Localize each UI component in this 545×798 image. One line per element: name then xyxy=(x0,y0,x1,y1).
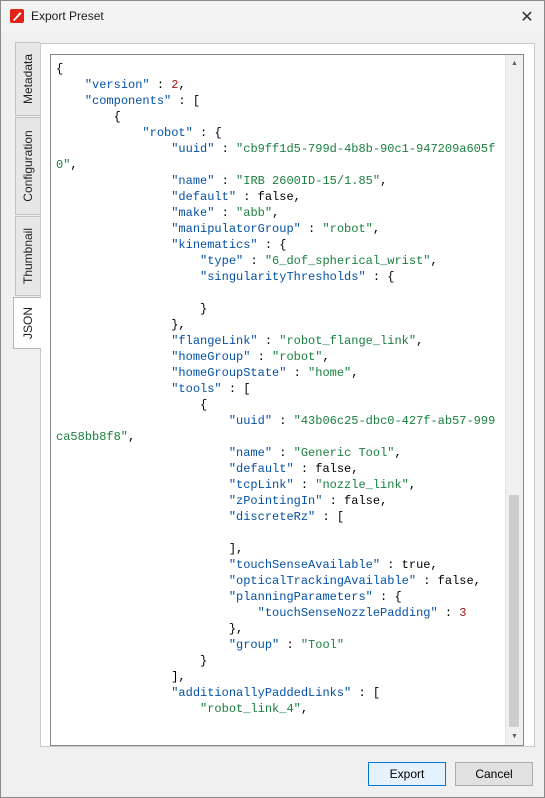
window-title: Export Preset xyxy=(31,9,104,23)
cancel-button[interactable]: Cancel xyxy=(455,762,533,786)
json-line: "components" : [ xyxy=(84,94,201,108)
json-line: "make" : "abb", xyxy=(171,206,280,220)
tab-json[interactable]: JSON xyxy=(13,297,41,349)
json-line: "homeGroup" : "robot", xyxy=(171,350,330,364)
json-line: ], xyxy=(56,670,186,684)
export-preset-dialog: Export Preset ✕ Metadata Configuration T… xyxy=(0,0,545,798)
json-content: { "version" : 2, "components" : [ { "rob… xyxy=(56,61,502,717)
tab-configuration[interactable]: Configuration xyxy=(15,117,40,215)
json-line: { xyxy=(56,62,64,76)
tab-configuration-label: Configuration xyxy=(21,130,35,202)
json-tab-panel: { "version" : 2, "components" : [ { "rob… xyxy=(40,43,535,747)
json-line xyxy=(56,525,502,541)
json-line: "tools" : [ xyxy=(171,382,251,396)
json-line: "opticalTrackingAvailable" : false, xyxy=(228,574,481,588)
json-line: "uuid" : "43b06c25-dbc0-427f-ab57-999ca5… xyxy=(56,414,496,444)
json-line: "name" : "Generic Tool", xyxy=(228,446,402,460)
json-text-area[interactable]: { "version" : 2, "components" : [ { "rob… xyxy=(50,54,524,746)
json-line: "group" : "Tool" xyxy=(228,638,345,652)
tab-metadata[interactable]: Metadata xyxy=(15,42,40,116)
json-line: { xyxy=(56,398,208,412)
tab-thumbnail-label: Thumbnail xyxy=(21,227,35,285)
json-line: "version" : 2, xyxy=(84,78,186,92)
json-line: }, xyxy=(56,318,186,332)
scroll-down-icon[interactable]: ▼ xyxy=(506,728,523,745)
json-line: } xyxy=(56,302,208,316)
close-icon[interactable]: ✕ xyxy=(510,1,544,32)
json-line: "default" : false, xyxy=(171,190,301,204)
json-line: "touchSenseNozzlePadding" : 3 xyxy=(257,606,467,620)
json-line: "manipulatorGroup" : "robot", xyxy=(171,222,381,236)
json-line: "name" : "IRB 2600ID-15/1.85", xyxy=(171,174,388,188)
json-line: "robot" : { xyxy=(142,126,222,140)
export-button[interactable]: Export xyxy=(368,762,446,786)
json-line: "touchSenseAvailable" : true, xyxy=(228,558,438,572)
vertical-scrollbar[interactable]: ▲ ▼ xyxy=(505,55,523,745)
json-line: "flangeLink" : "robot_flange_link", xyxy=(171,334,424,348)
json-line: }, xyxy=(56,622,244,636)
json-line: "discreteRz" : [ xyxy=(228,510,345,524)
json-line: "additionallyPaddedLinks" : [ xyxy=(171,686,381,700)
json-line: "zPointingIn" : false, xyxy=(228,494,388,508)
json-line: "singularityThresholds" : { xyxy=(200,270,395,284)
json-line: "robot_link_4", xyxy=(200,702,309,716)
json-line: } xyxy=(56,654,208,668)
json-line: "kinematics" : { xyxy=(171,238,287,252)
scroll-up-icon[interactable]: ▲ xyxy=(506,55,523,72)
json-line: "tcpLink" : "nozzle_link", xyxy=(228,478,417,492)
tab-thumbnail[interactable]: Thumbnail xyxy=(15,216,40,296)
json-line: "default" : false, xyxy=(228,462,359,476)
tab-metadata-label: Metadata xyxy=(21,53,35,105)
scrollbar-thumb[interactable] xyxy=(509,495,519,727)
tab-json-label: JSON xyxy=(20,306,35,340)
title-bar: Export Preset ✕ xyxy=(1,1,544,32)
json-line: "homeGroupState" : "home", xyxy=(171,366,359,380)
json-line xyxy=(56,285,502,301)
json-line: "planningParameters" : { xyxy=(228,590,402,604)
app-logo-icon xyxy=(10,9,24,23)
json-line: { xyxy=(56,110,121,124)
json-line: ], xyxy=(56,542,244,556)
json-line: "uuid" : "cb9ff1d5-799d-4b8b-90c1-947209… xyxy=(56,142,496,172)
json-line: "type" : "6_dof_spherical_wrist", xyxy=(200,254,438,268)
